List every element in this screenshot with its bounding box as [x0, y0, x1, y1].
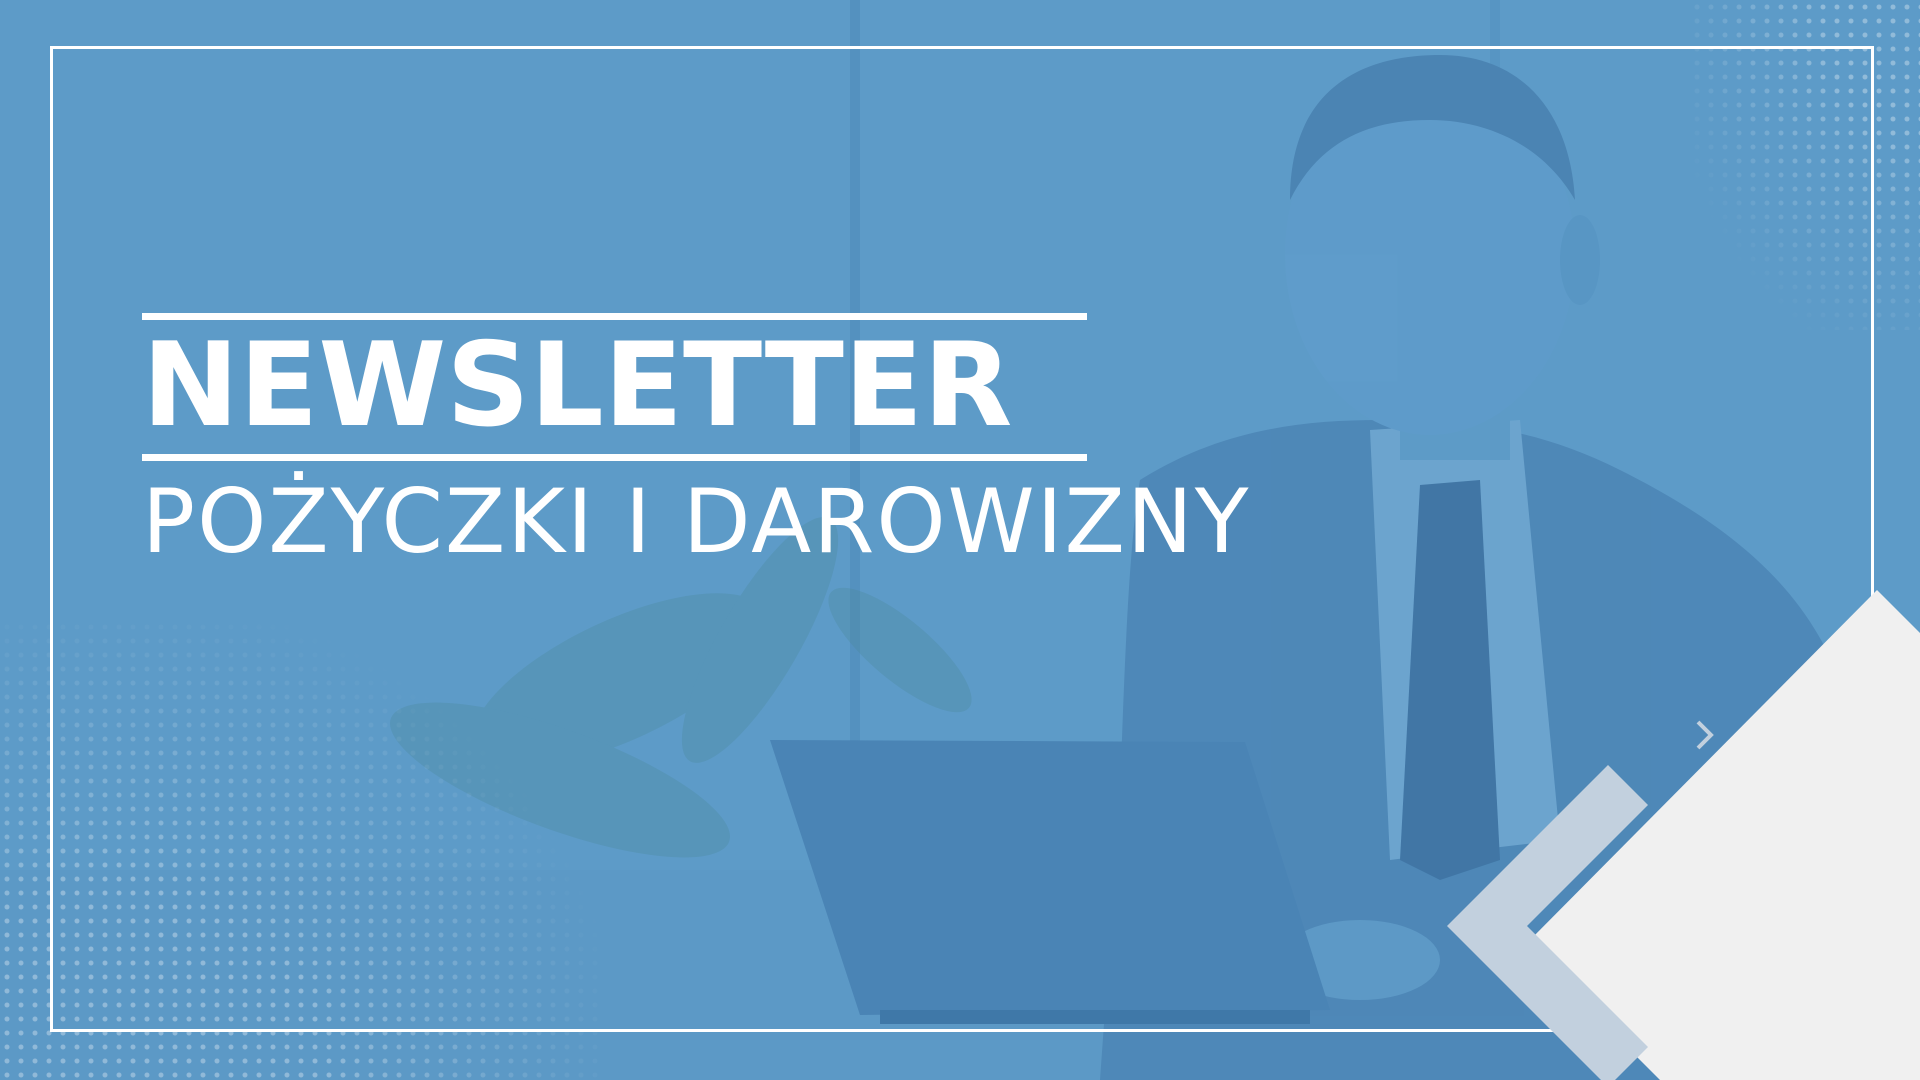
chevron-arrow-icon [1447, 590, 1920, 1080]
title-block: NEWSLETTER [142, 313, 1087, 461]
subheadline: POŻYCZKI I DAROWIZNY [142, 470, 1251, 573]
newsletter-banner: NEWSLETTER POŻYCZKI I DAROWIZNY [0, 0, 1920, 1080]
headline: NEWSLETTER [142, 318, 1013, 453]
bottom-rule [142, 454, 1087, 461]
